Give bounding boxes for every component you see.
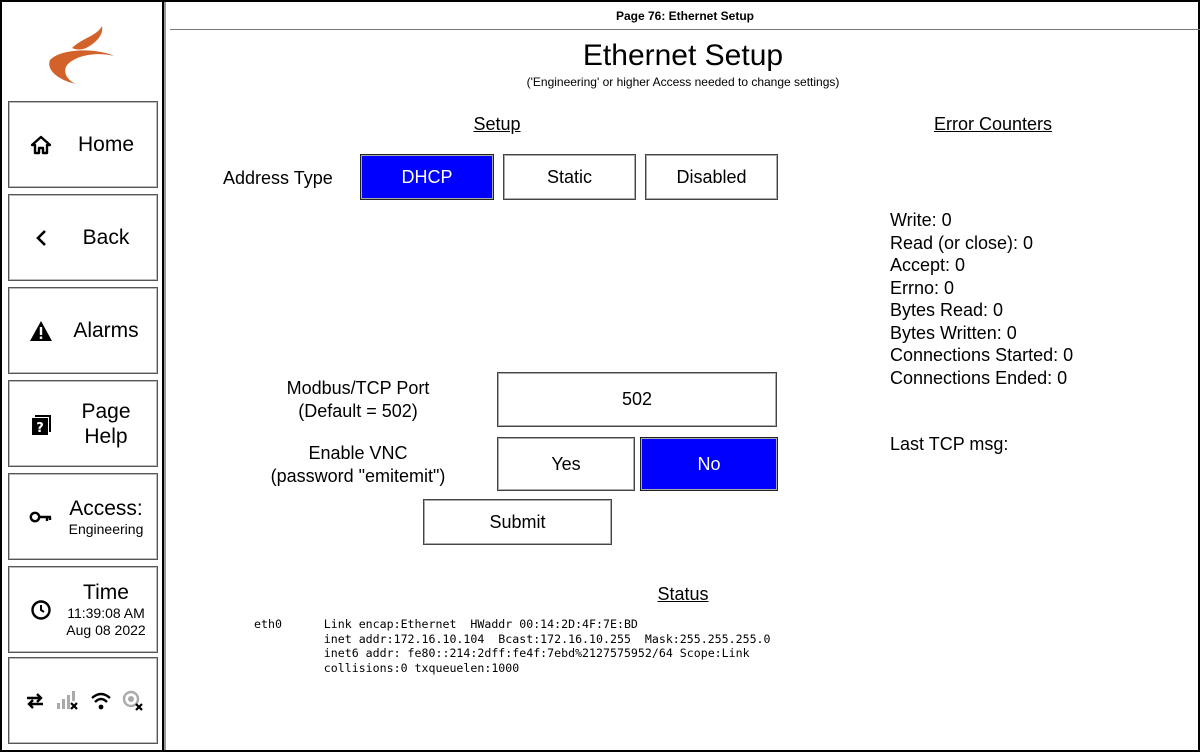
alarms-button[interactable]: Alarms [8,287,158,374]
sidebar: Home Back Alarms ? Page Help Access: Eng… [2,2,162,750]
date-value: Aug 08 2022 [66,621,146,638]
dhcp-button[interactable]: DHCP [360,154,494,200]
page-help-label: Page Help [59,399,153,449]
help-icon: ? [29,412,53,436]
chevron-left-icon [29,226,53,250]
vnc-yes-button[interactable]: Yes [497,437,635,491]
back-button[interactable]: Back [8,194,158,281]
counter-read: Read (or close): 0 [890,232,1034,253]
counter-connections-ended: Connections Ended: 0 [890,367,1068,388]
vnc-label-line1: Enable VNC [308,443,408,463]
static-button[interactable]: Static [503,154,636,200]
modbus-port-label-line2: (Default = 502) [298,401,418,421]
access-label: Access: [69,496,143,520]
time-label: Time [83,580,129,604]
error-counters-heading: Error Counters [933,114,1053,134]
network-arrows-icon [27,693,43,709]
modbus-port-field[interactable]: 502 [497,372,777,427]
vnc-label-line2: (password "emitemit") [270,466,446,486]
counter-connections-started: Connections Started: 0 [890,345,1074,365]
page-help-button[interactable]: ? Page Help [8,380,158,467]
warning-icon [29,319,53,343]
svg-text:?: ? [36,421,44,436]
modbus-port-label: Modbus/TCP Port (Default = 502) [258,377,458,423]
cellular-off-icon [57,691,78,710]
access-button[interactable]: Access: Engineering [8,473,158,560]
key-icon [29,505,53,529]
access-level: Engineering [68,520,144,537]
modbus-port-label-line1: Modbus/TCP Port [286,378,430,398]
status-output: eth0 Link encap:Ethernet HWaddr 00:14:2D… [254,617,771,675]
wifi-icon [91,692,111,710]
last-tcp-msg: Last TCP msg: [890,434,1009,454]
page-title: Ethernet Setup [582,39,784,72]
counter-errno: Errno: 0 [890,277,955,298]
error-counters-list: Write: 0 Read (or close): 0 Accept: 0 Er… [890,209,1073,389]
counter-bytes-read: Bytes Read: 0 [890,300,1004,320]
page-help-text: Page Help [81,399,131,448]
back-label: Back [82,225,130,249]
submit-button[interactable]: Submit [423,499,612,545]
setup-heading: Setup [473,114,521,134]
access-text: Access: Engineering [59,497,153,537]
sidebar-divider [162,2,166,750]
alarms-label: Alarms [73,318,139,342]
counter-accept: Accept: 0 [890,255,966,275]
time-text: Time 11:39:08 AM Aug 08 2022 [59,581,153,639]
time-button[interactable]: Time 11:39:08 AM Aug 08 2022 [8,566,158,653]
vnc-label: Enable VNC (password "emitemit") [248,442,468,488]
status-icons-bar [8,657,158,744]
gps-off-icon [122,690,143,711]
counter-bytes-written: Bytes Written: 0 [890,322,1017,343]
company-logo [49,26,114,84]
home-label: Home [77,132,135,156]
home-button[interactable]: Home [8,101,158,188]
vnc-no-button[interactable]: No [640,437,778,491]
status-heading: Status [657,584,709,604]
clock-icon [29,598,53,622]
disabled-button[interactable]: Disabled [645,154,778,200]
address-type-label: Address Type [223,168,333,188]
page-subtitle: ('Engineering' or higher Access needed t… [526,75,840,89]
page-header: Page 76: Ethernet Setup [170,2,1200,30]
home-icon [29,133,53,157]
main-panel: Page 76: Ethernet Setup Ethernet Setup (… [168,2,1200,750]
time-value: 11:39:08 AM [67,604,145,621]
counter-write: Write: 0 [890,210,952,230]
